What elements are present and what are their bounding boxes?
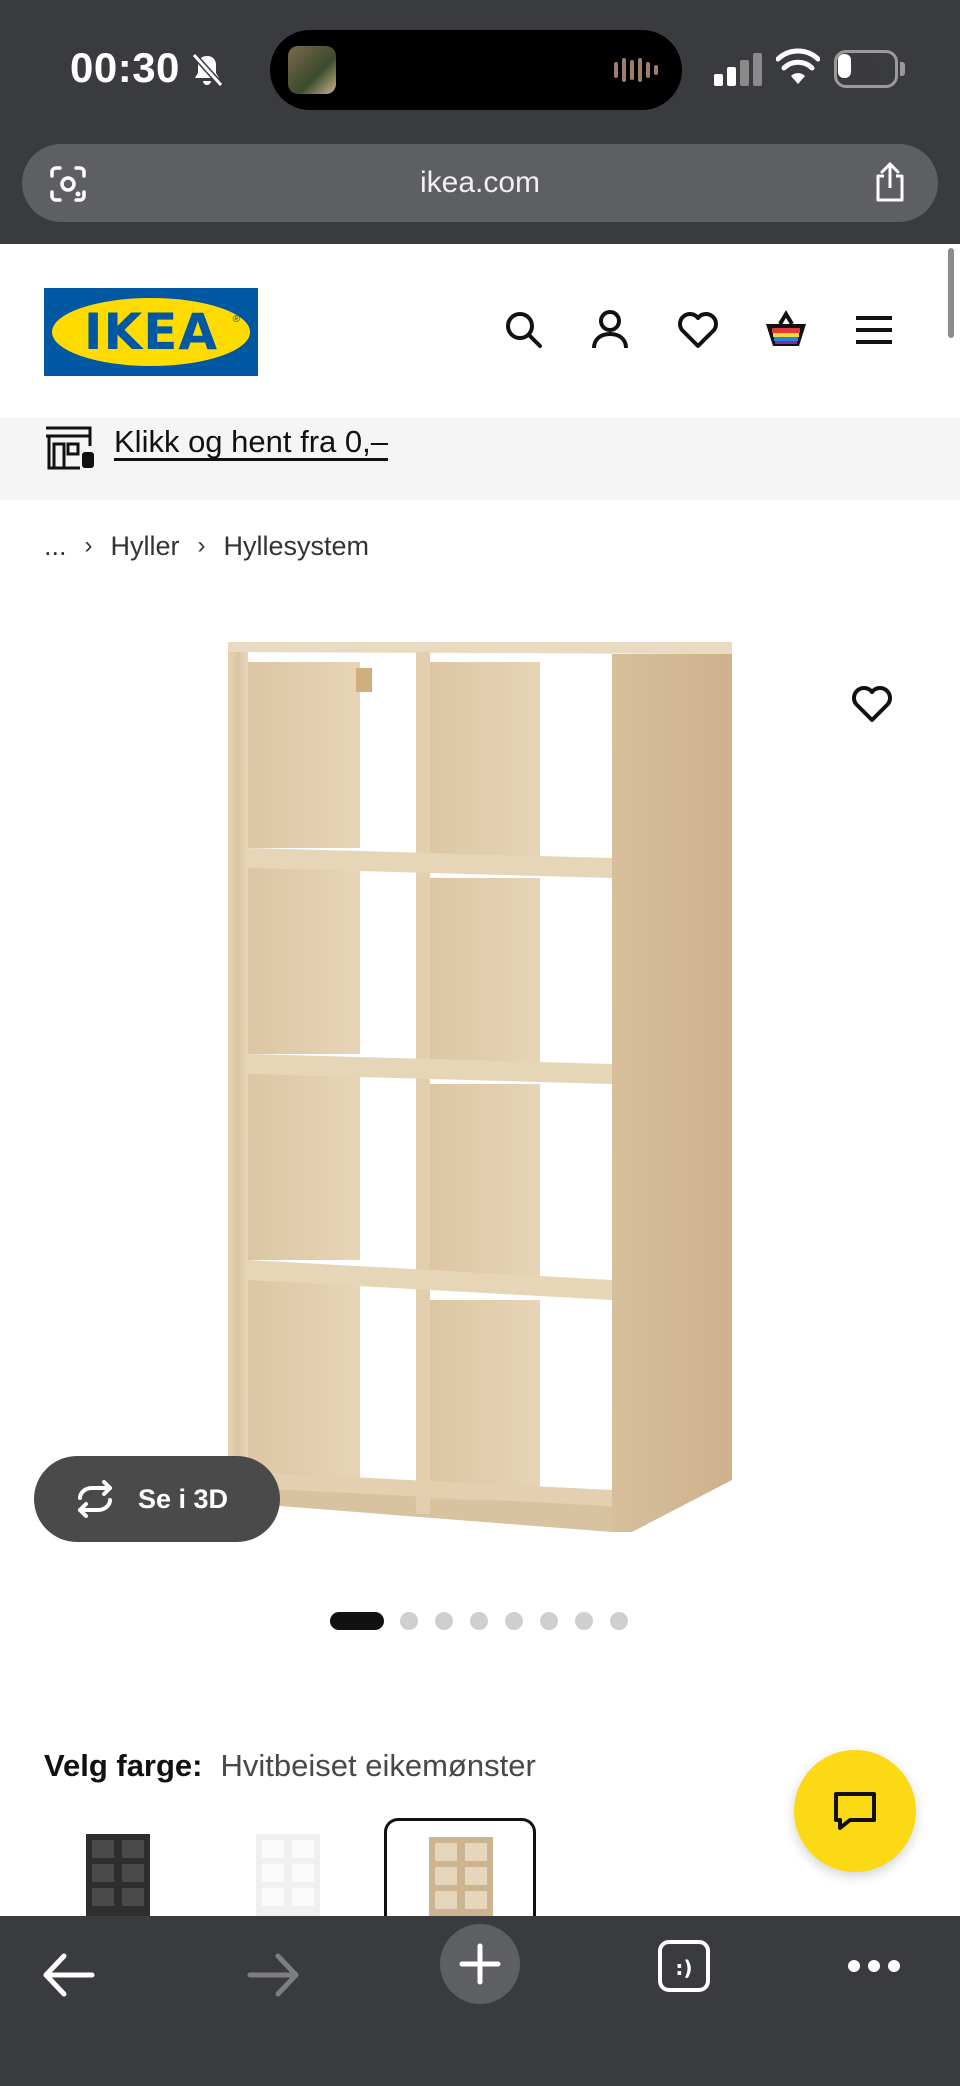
carousel-dot[interactable] [575, 1612, 593, 1630]
product-image[interactable] [220, 632, 740, 1560]
carousel-dot-active[interactable] [330, 1612, 384, 1630]
browser-bottom-toolbar: :) [0, 1916, 960, 2086]
audio-wave-icon [614, 58, 658, 82]
chat-button[interactable] [794, 1750, 916, 1872]
chat-icon [834, 1792, 876, 1830]
selected-color-name: Hvitbeiset eikemønster [220, 1748, 536, 1783]
carousel-dot[interactable] [435, 1612, 453, 1630]
color-swatch-white-stained-oak[interactable] [384, 1818, 536, 1923]
rotate-3d-icon [78, 1480, 112, 1518]
store-pickup-icon [46, 426, 94, 470]
dynamic-island [270, 30, 682, 110]
registered-mark-icon: ® [232, 314, 240, 325]
breadcrumb-item[interactable]: Hyllesystem [224, 531, 370, 562]
breadcrumb-item[interactable]: ... [44, 531, 67, 562]
carousel-dot[interactable] [505, 1612, 523, 1630]
logo-text: IKEA [83, 303, 219, 361]
url-text: ikea.com [419, 166, 541, 199]
image-carousel-dots [330, 1612, 645, 1630]
swatch-thumbnail [86, 1834, 150, 1920]
carousel-dot[interactable] [540, 1612, 558, 1630]
wishlist-icon[interactable] [674, 306, 722, 354]
carousel-dot[interactable] [470, 1612, 488, 1630]
account-icon[interactable] [586, 306, 634, 354]
now-playing-artwork [288, 46, 336, 94]
browser-top-chrome: 00:30 21 ikea.com [0, 0, 960, 244]
wifi-icon [776, 48, 820, 84]
carousel-dot[interactable] [400, 1612, 418, 1630]
plus-icon [459, 1943, 501, 1985]
svg-text::): :) [675, 1956, 692, 1980]
color-swatch-white[interactable] [214, 1818, 366, 1920]
carousel-dot[interactable] [610, 1612, 628, 1630]
battery-indicator: 21 [834, 50, 905, 88]
view-in-3d-button[interactable]: Se i 3D [34, 1456, 280, 1542]
ikea-logo[interactable]: IKEA ® [44, 288, 258, 376]
color-picker-label: Velg farge: [44, 1748, 203, 1783]
view-in-3d-label: Se i 3D [138, 1484, 229, 1514]
swatch-thumbnail [256, 1834, 320, 1920]
battery-level: 21 [851, 54, 881, 84]
share-icon[interactable] [872, 162, 908, 204]
status-time: 00:30 [70, 44, 180, 91]
back-arrow-icon[interactable] [40, 1950, 96, 2000]
bell-off-icon [191, 52, 224, 88]
click-collect-link[interactable]: Klikk og hent fra 0,– [114, 424, 388, 460]
address-bar[interactable]: ikea.com [22, 144, 938, 222]
swatch-thumbnail [429, 1837, 493, 1923]
chevron-right-icon: › [84, 532, 93, 559]
color-swatch-black-brown[interactable] [44, 1818, 196, 1920]
chevron-right-icon: › [197, 532, 206, 559]
new-tab-button[interactable] [440, 1924, 520, 2004]
color-picker-heading: Velg farge: Hvitbeiset eikemønster [44, 1748, 536, 1788]
cellular-signal-icon [714, 53, 762, 86]
cart-icon[interactable] [762, 306, 810, 354]
scrollbar[interactable] [948, 248, 954, 338]
breadcrumb: ... › Hyller › Hyllesystem [44, 528, 369, 564]
search-icon[interactable] [500, 306, 548, 354]
forward-arrow-icon[interactable] [246, 1950, 302, 2000]
more-options-icon[interactable] [846, 1958, 902, 1974]
add-to-wishlist-icon[interactable] [848, 680, 896, 728]
menu-icon[interactable] [850, 306, 898, 354]
tabs-icon[interactable]: :) [656, 1938, 712, 1994]
breadcrumb-item[interactable]: Hyller [111, 531, 180, 562]
